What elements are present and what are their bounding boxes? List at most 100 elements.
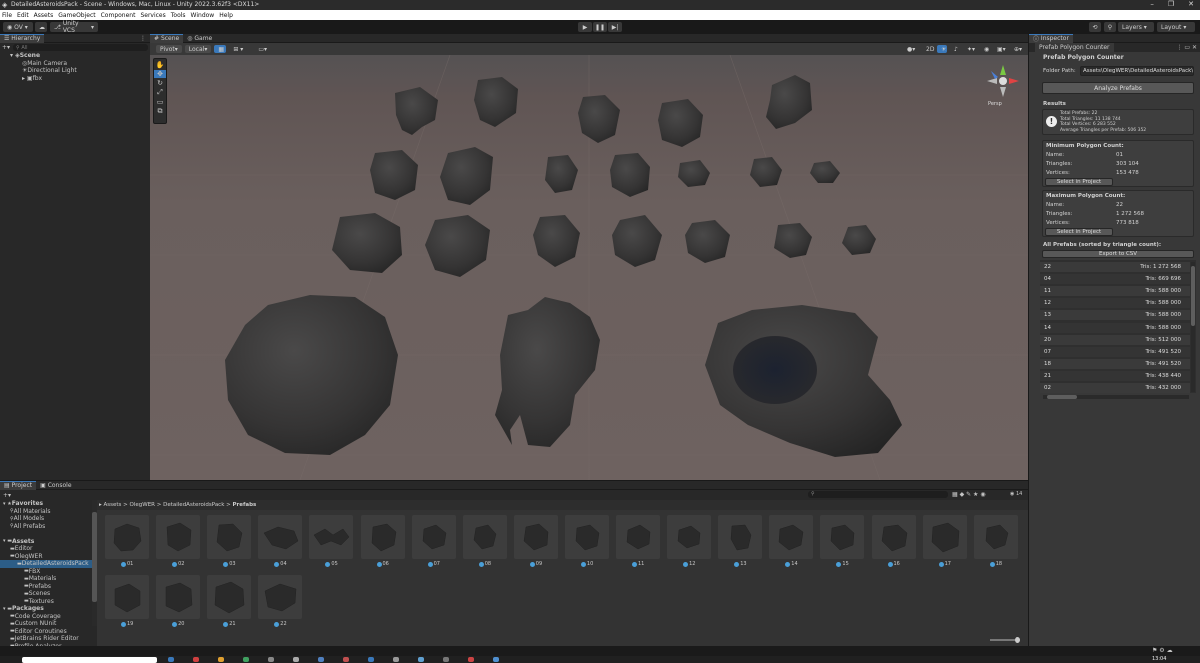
layout-dropdown[interactable]: Layout ▾ bbox=[1157, 22, 1195, 32]
asset-label[interactable]: 19 bbox=[121, 621, 133, 627]
prefab-list-row[interactable]: 22 Tris: 1 272 568 bbox=[1040, 262, 1190, 272]
project-tree-item[interactable]: ▬ Editor Coroutines bbox=[0, 628, 92, 636]
menu-file[interactable]: File bbox=[2, 12, 12, 19]
taskbar-app-icon[interactable] bbox=[243, 657, 249, 662]
prefab-list-row[interactable]: 18 Tris: 491 520 bbox=[1040, 358, 1190, 369]
camera-button[interactable]: ▣▾ bbox=[993, 45, 1007, 53]
menu-assets[interactable]: Assets bbox=[34, 12, 54, 19]
project-tree-item[interactable]: ▬ Code Coverage bbox=[0, 613, 92, 621]
snap-increment-button[interactable]: ⊞ ▾ bbox=[229, 45, 252, 53]
scene-viewport[interactable]: ✋ ✥ ↻ ⤢ ▭ ⧉ Persp bbox=[150, 55, 1028, 480]
asset-label[interactable]: 20 bbox=[172, 621, 184, 627]
2d-toggle[interactable]: 2D bbox=[922, 45, 934, 53]
search-button[interactable]: ⚲ bbox=[1104, 22, 1116, 32]
tab-project[interactable]: ▤ Project bbox=[0, 480, 37, 490]
taskbar-app-icon[interactable] bbox=[268, 657, 274, 662]
tab-scene[interactable]: # Scene bbox=[150, 33, 184, 43]
project-tree-item[interactable]: ▬ Materials bbox=[0, 575, 92, 583]
menu-services[interactable]: Services bbox=[140, 12, 165, 19]
folder-path-field[interactable]: Assets\OlegWER\DetailedAsteroidsPack\ bbox=[1080, 66, 1194, 76]
asset-label[interactable]: 22 bbox=[274, 621, 287, 627]
asset-thumbnail[interactable] bbox=[462, 515, 507, 559]
thumbnail-size-slider[interactable] bbox=[990, 637, 1020, 643]
transform-tool-icon[interactable]: ⧉ bbox=[158, 107, 163, 116]
project-tree-item[interactable]: ▬ Editor bbox=[0, 545, 92, 553]
taskbar-app-icon[interactable] bbox=[493, 657, 499, 662]
prefab-list-scrollbar[interactable] bbox=[1191, 262, 1195, 392]
maximize-icon[interactable]: ❐ bbox=[1168, 0, 1174, 8]
hierarchy-item[interactable]: ☀ Directional Light bbox=[0, 67, 150, 75]
taskbar-app-icon[interactable] bbox=[168, 657, 174, 662]
history-button[interactable]: ⟲ bbox=[1089, 22, 1101, 32]
taskbar-app-icon[interactable] bbox=[318, 657, 324, 662]
asset-label[interactable]: 03 bbox=[223, 561, 236, 567]
prefab-list-row[interactable]: 12 Tris: 588 000 bbox=[1040, 298, 1190, 309]
grid-snap-button[interactable]: ▦ bbox=[214, 45, 227, 53]
asset-thumbnail[interactable] bbox=[667, 515, 712, 559]
tab-console[interactable]: ▣ Console bbox=[36, 481, 75, 490]
asset-label[interactable]: 13 bbox=[734, 561, 747, 567]
menu-help[interactable]: Help bbox=[219, 12, 233, 19]
project-tree-item[interactable]: ▬ Scenes bbox=[0, 590, 92, 598]
account-dropdown[interactable]: ◉ OV ▾ bbox=[3, 22, 33, 32]
taskbar-app-icon[interactable] bbox=[418, 657, 424, 662]
close-icon[interactable]: ✕ bbox=[1188, 0, 1194, 8]
project-search-input[interactable]: ⚲ bbox=[808, 491, 948, 498]
taskbar-app-icon[interactable] bbox=[293, 657, 299, 662]
gizmos-button[interactable]: ⊕▾ bbox=[1010, 45, 1024, 53]
panel-menu-icon[interactable]: ⋮ bbox=[140, 35, 146, 42]
prefab-list-row[interactable]: 07 Tris: 491 520 bbox=[1040, 346, 1190, 357]
project-tree-item[interactable]: ▬ Custom NUnit bbox=[0, 620, 92, 628]
prefab-list-row[interactable]: 02 Tris: 432 000 bbox=[1040, 383, 1190, 393]
inspector-hscrollbar[interactable] bbox=[1043, 395, 1189, 399]
asset-label[interactable]: 17 bbox=[938, 561, 951, 567]
taskbar-app-icon[interactable] bbox=[193, 657, 199, 662]
hierarchy-item[interactable]: ▾ ◈ Scene bbox=[0, 52, 150, 60]
play-button[interactable]: ▶ bbox=[578, 22, 592, 32]
cloud-button[interactable]: ☁ bbox=[35, 22, 47, 32]
audio-toggle[interactable]: ♪ bbox=[950, 45, 960, 53]
asset-label[interactable]: 08 bbox=[478, 561, 491, 567]
scale-tool-icon[interactable]: ⤢ bbox=[157, 88, 163, 97]
analyze-prefabs-button[interactable]: Analyze Prefabs bbox=[1042, 82, 1194, 94]
draw-mode-button[interactable]: ●▾ bbox=[903, 45, 919, 53]
asset-thumbnail[interactable] bbox=[360, 515, 405, 559]
export-csv-button[interactable]: Export to CSV bbox=[1042, 250, 1194, 258]
asset-thumbnail[interactable] bbox=[820, 515, 865, 559]
hand-tool-icon[interactable]: ✋ bbox=[156, 61, 165, 69]
rotate-tool-icon[interactable]: ↻ bbox=[157, 79, 163, 87]
ruler-button[interactable]: ▭▾ bbox=[254, 45, 273, 53]
asset-thumbnail[interactable] bbox=[922, 515, 967, 559]
asset-thumbnail[interactable] bbox=[513, 515, 558, 559]
asset-label[interactable]: 02 bbox=[172, 561, 184, 567]
orientation-gizmo[interactable] bbox=[985, 63, 1021, 99]
asset-label[interactable]: 06 bbox=[376, 561, 389, 567]
asset-label[interactable]: 09 bbox=[529, 561, 542, 567]
tab-inspector[interactable]: ⓘ Inspector bbox=[1029, 33, 1073, 43]
tab-game[interactable]: ◎ Game bbox=[183, 34, 216, 43]
hierarchy-search-input[interactable]: ⚲ All bbox=[13, 44, 148, 51]
project-tree-item[interactable]: ⚲ All Models bbox=[0, 515, 92, 523]
asset-label[interactable]: 18 bbox=[989, 561, 1002, 567]
menu-component[interactable]: Component bbox=[101, 12, 136, 19]
asset-label[interactable]: 16 bbox=[887, 561, 900, 567]
asset-thumbnail[interactable] bbox=[156, 515, 201, 559]
status-icons[interactable]: ⚑ ⚙ ☁ bbox=[1152, 647, 1173, 654]
asset-thumbnail[interactable] bbox=[105, 515, 149, 559]
asset-thumbnail[interactable] bbox=[207, 515, 252, 559]
asset-label[interactable]: 04 bbox=[274, 561, 287, 567]
prefab-list-row[interactable]: 04 Tris: 669 696 bbox=[1040, 274, 1190, 285]
asset-label[interactable]: 15 bbox=[836, 561, 849, 567]
hidden-objects-toggle[interactable]: ◉ bbox=[980, 45, 990, 53]
effects-button[interactable]: ✦▾ bbox=[963, 45, 977, 53]
asset-thumbnail[interactable] bbox=[105, 575, 149, 619]
asset-label[interactable]: 12 bbox=[683, 561, 695, 567]
asset-label[interactable]: 01 bbox=[121, 561, 133, 567]
menu-tools[interactable]: Tools bbox=[171, 12, 186, 19]
taskbar-search[interactable] bbox=[22, 657, 157, 663]
asset-label[interactable]: 11 bbox=[632, 561, 644, 567]
project-tree-item[interactable]: ▬ DetailedAsteroidsPack bbox=[0, 560, 92, 568]
add-icon[interactable]: +▾ bbox=[3, 492, 11, 499]
asset-label[interactable]: 21 bbox=[223, 621, 236, 627]
tab-hierarchy[interactable]: ☰ Hierarchy bbox=[0, 33, 45, 43]
